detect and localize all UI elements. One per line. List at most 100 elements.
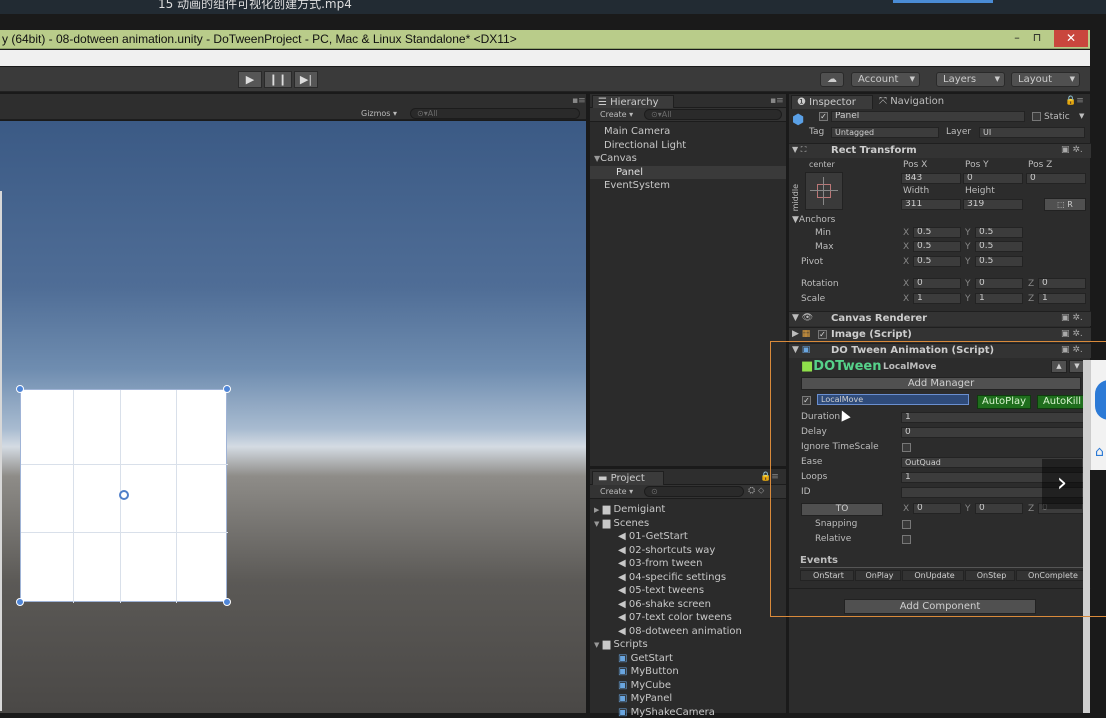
blueprint-raw-button[interactable]: ⬚ R	[1044, 198, 1086, 211]
rotation-z-field[interactable]: 0	[1038, 278, 1086, 289]
image-icon: ▶ ▦	[792, 329, 811, 339]
active-checkbox[interactable]: ✓	[819, 112, 828, 121]
scene-file[interactable]: ◀ 08-dotween animation	[618, 626, 742, 637]
minimize-button[interactable]: –	[1010, 31, 1024, 46]
project-search[interactable]: ⊙	[644, 486, 744, 497]
project-create-button[interactable]: Create ▾	[600, 487, 633, 496]
step-button[interactable]: ▶|	[294, 71, 318, 88]
script-file[interactable]: ▣ GetStart	[618, 653, 673, 664]
scene-file[interactable]: ◀ 01-GetStart	[618, 531, 688, 542]
max-y-field[interactable]: 0.5	[975, 241, 1023, 252]
chevron-down-icon: ▼	[909, 75, 915, 83]
unity-scene-icon: ◀	[618, 531, 626, 542]
resize-handle[interactable]	[223, 385, 231, 393]
hierarchy-item-eventsystem[interactable]: EventSystem	[604, 180, 670, 191]
script-file[interactable]: ▣ MyPanel	[618, 693, 672, 704]
gear-icon[interactable]: ▣ ✲.	[1061, 145, 1083, 155]
gear-icon[interactable]: ▣ ✲.	[1061, 313, 1083, 323]
anchors-foldout[interactable]: ▼Anchors	[792, 215, 835, 225]
object-name-field[interactable]: Panel	[831, 111, 1025, 122]
cloud-icon[interactable]: ☁	[820, 72, 844, 87]
canvas-renderer-header[interactable]: ▼ 👁 Canvas Renderer ▣ ✲.	[789, 311, 1091, 326]
grid-line	[21, 532, 228, 533]
scene-file[interactable]: ◀ 02-shortcuts way	[618, 545, 715, 556]
script-file[interactable]: ▣ MyCube	[618, 680, 671, 691]
resize-handle[interactable]	[16, 598, 24, 606]
layout-dropdown[interactable]: Layout ▼	[1011, 72, 1080, 87]
close-button[interactable]: ✕	[1054, 30, 1088, 47]
hierarchy-item-directional-light[interactable]: Directional Light	[604, 140, 686, 151]
resize-handle[interactable]	[16, 385, 24, 393]
folder-scripts[interactable]: ▼ ▆ Scripts	[594, 639, 648, 650]
csharp-script-icon: ▣	[618, 653, 628, 664]
lock-icon[interactable]: 🔒≡	[1065, 96, 1084, 106]
pause-button[interactable]: ❙❙	[264, 71, 292, 88]
scale-z-field[interactable]: 1	[1038, 293, 1086, 304]
scene-label: 01-GetStart	[628, 531, 688, 542]
unity-scene-icon: ◀	[618, 599, 626, 610]
gizmos-label: Gizmos	[361, 109, 391, 118]
gear-icon[interactable]: ▣ ✲.	[1061, 329, 1083, 339]
rotation-x-field[interactable]: 0	[913, 278, 961, 289]
scene-file[interactable]: ◀ 06-shake screen	[618, 599, 711, 610]
posz-field[interactable]: 0	[1026, 173, 1086, 184]
filter-icon[interactable]: ⛭ ⬦	[748, 486, 764, 496]
rotation-y-field[interactable]: 0	[975, 278, 1023, 289]
image-script-header[interactable]: ▶ ▦ ✓ Image (Script) ▣ ✲.	[789, 327, 1091, 342]
layers-dropdown[interactable]: Layers ▼	[936, 72, 1005, 87]
tab-project[interactable]: ▬ Project	[592, 471, 664, 485]
account-dropdown[interactable]: Account ▼	[851, 72, 920, 87]
scene-file[interactable]: ◀ 07-text color tweens	[618, 612, 732, 623]
scene-search[interactable]: ⊙▾All	[410, 108, 580, 119]
posy-label: Pos Y	[965, 160, 989, 170]
pivot-handle[interactable]	[119, 490, 129, 500]
next-arrow-icon[interactable]: ›	[1042, 459, 1082, 509]
min-y-field[interactable]: 0.5	[975, 227, 1023, 238]
chevron-down-icon[interactable]: ▼	[1079, 112, 1084, 120]
hierarchy-create-button[interactable]: Create ▾	[600, 110, 633, 119]
scene-view[interactable]	[0, 121, 586, 713]
unity-scene-icon: ◀	[618, 558, 626, 569]
rect-transform-header[interactable]: ▼ ⛶ Rect Transform ▣ ✲.	[789, 143, 1091, 158]
posy-field[interactable]: 0	[963, 173, 1023, 184]
hierarchy-item-canvas[interactable]: ▼Canvas	[594, 153, 637, 164]
maximize-button[interactable]: ⊓	[1030, 31, 1044, 46]
menu-icon[interactable]: ▪≡	[572, 96, 586, 106]
pivot-x-field[interactable]: 0.5	[913, 256, 961, 267]
tab-hierarchy[interactable]: ☰ Hierarchy	[592, 95, 674, 109]
canvas-edge	[0, 191, 2, 711]
layer-dropdown[interactable]: UI	[979, 127, 1085, 138]
static-checkbox[interactable]	[1032, 112, 1041, 121]
script-file[interactable]: ▣ MyButton	[618, 666, 679, 677]
width-field[interactable]: 311	[901, 199, 961, 210]
scene-file[interactable]: ◀ 03-from tween	[618, 558, 702, 569]
height-field[interactable]: 319	[963, 199, 1023, 210]
tab-inspector[interactable]: ❶ Inspector	[791, 95, 873, 109]
hierarchy-item-panel[interactable]: Panel	[616, 167, 643, 178]
tag-dropdown[interactable]: Untagged	[831, 127, 939, 138]
max-x-field[interactable]: 0.5	[913, 241, 961, 252]
hierarchy-item-main-camera[interactable]: Main Camera	[604, 126, 670, 137]
main-toolbar: ▶ ❙❙ ▶| ☁ Account ▼ Layers ▼ Layout ▼	[0, 67, 1090, 92]
scene-file[interactable]: ◀ 04-specific settings	[618, 572, 726, 583]
layers-label: Layers	[943, 74, 977, 85]
scale-y-field[interactable]: 1	[975, 293, 1023, 304]
posx-field[interactable]: 843	[901, 173, 961, 184]
tab-navigation[interactable]: ⤧ Navigation	[879, 96, 944, 107]
script-label: MyCube	[630, 680, 672, 691]
hierarchy-search[interactable]: ⊙▾All	[644, 109, 782, 120]
folder-scenes[interactable]: ▼ ▆ Scenes	[594, 518, 649, 529]
x-label: X	[903, 228, 910, 238]
gizmos-dropdown[interactable]: Gizmos ▾	[361, 109, 397, 118]
scene-file[interactable]: ◀ 05-text tweens	[618, 585, 704, 596]
scale-x-field[interactable]: 1	[913, 293, 961, 304]
resize-handle[interactable]	[223, 598, 231, 606]
pivot-y-field[interactable]: 0.5	[975, 256, 1023, 267]
folder-demigiant[interactable]: ▶ ▆ Demigiant	[594, 504, 665, 515]
min-x-field[interactable]: 0.5	[913, 227, 961, 238]
image-enabled-checkbox[interactable]: ✓	[818, 330, 827, 339]
folder-icon: ▆	[602, 639, 611, 650]
menu-icon[interactable]: ▪≡	[770, 96, 784, 106]
play-button[interactable]: ▶	[238, 71, 262, 88]
anchor-preset-button[interactable]	[805, 172, 843, 210]
